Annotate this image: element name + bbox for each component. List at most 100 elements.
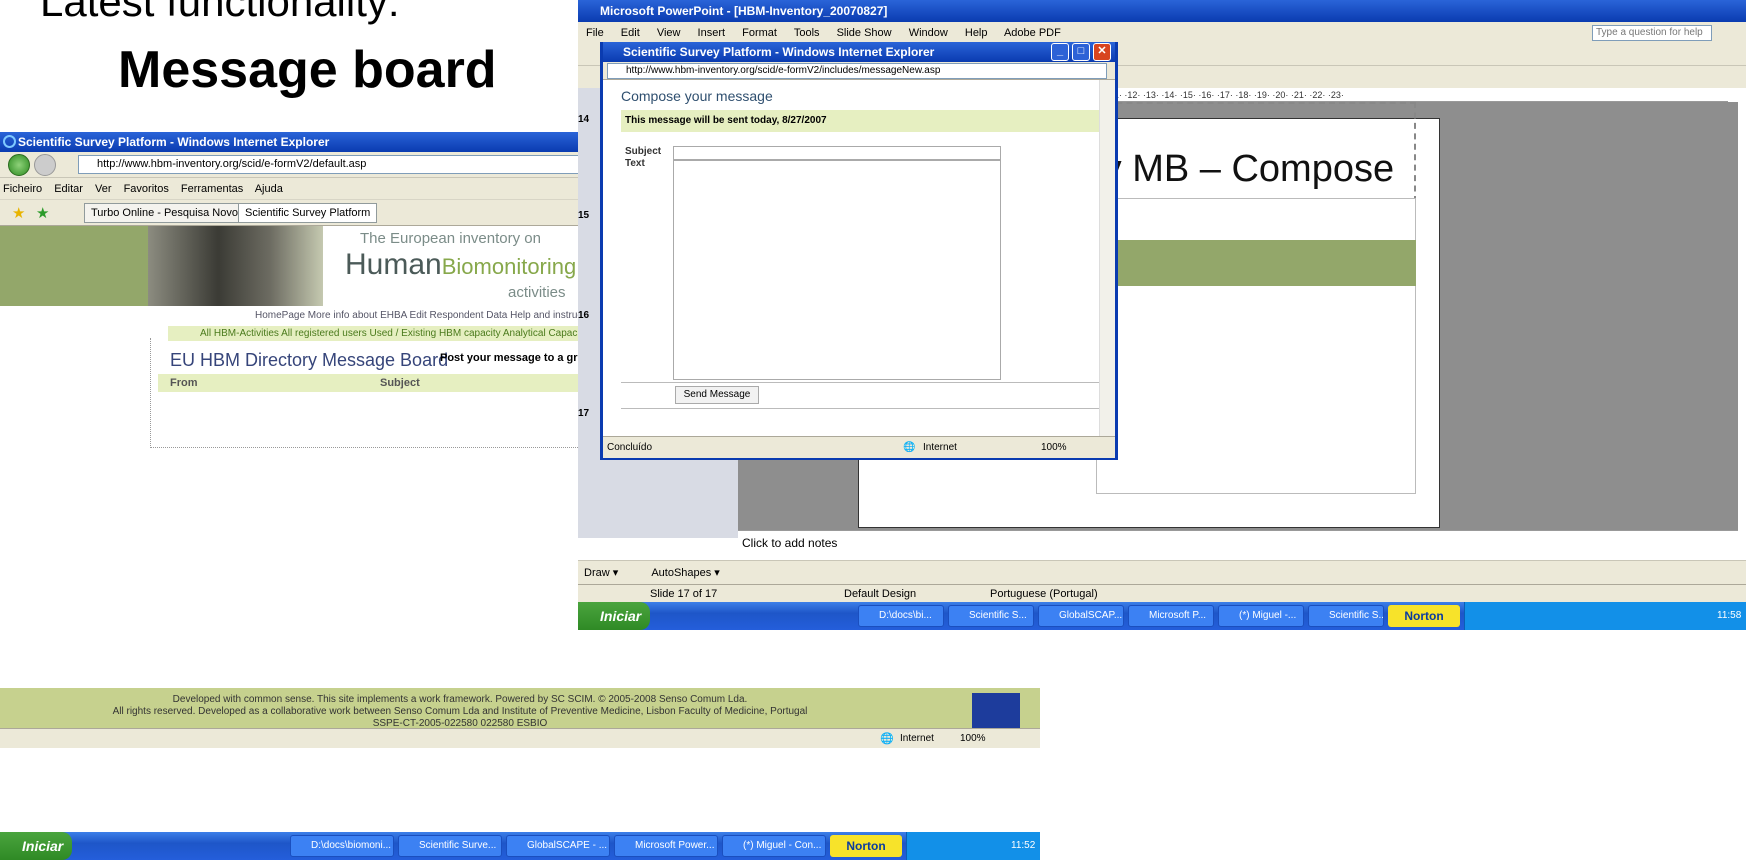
ppt-ruler: ·10· ·11· ·12· ·13· ·14· ·15· ·16· ·17· … (1088, 88, 1728, 102)
banner-human-text: HumanBiomonitoring (345, 248, 576, 282)
taskbar-ppt-item-docs[interactable]: D:\docs\bi... (858, 605, 944, 627)
taskbar-ppt-item-powerpoint[interactable]: Microsoft P... (1128, 605, 1214, 627)
taskbar-clock: 11:52 (1011, 840, 1036, 851)
start-button-ppt[interactable]: Iniciar (578, 602, 650, 630)
eu-flag-icon (972, 693, 1020, 733)
autoshapes-menu[interactable]: AutoShapes ▾ (651, 567, 720, 579)
slide-title[interactable]: ry MB – Compose (1090, 148, 1394, 191)
compose-status-zoom[interactable]: 100% (1041, 437, 1067, 459)
taskbar-item-docs[interactable]: D:\docs\biomoni... (290, 835, 394, 857)
status-design: Default Design (844, 588, 917, 600)
ppt-drawing-toolbar: Draw ▾ AutoShapes ▾ (578, 560, 1746, 584)
taskbar-ppt-item-scientific-2[interactable]: Scientific S... (1308, 605, 1384, 627)
ppt-menu-format[interactable]: Format (742, 27, 777, 39)
taskbar-item-powerpoint[interactable]: Microsoft Power... (614, 835, 718, 857)
forward-arrow-icon[interactable] (34, 154, 56, 176)
menu-ajuda[interactable]: Ajuda (255, 183, 283, 195)
menu-ficheiro[interactable]: Ficheiro (3, 183, 42, 195)
close-icon[interactable]: ✕ (1093, 43, 1111, 61)
status-slide-count: Slide 17 of 17 (650, 588, 718, 600)
ppt-menu-tools[interactable]: Tools (794, 27, 820, 39)
ie-icon (3, 135, 16, 148)
system-tray: 11:52 (906, 832, 1040, 860)
menu-ferramentas[interactable]: Ferramentas (181, 183, 243, 195)
ppt-menu-view[interactable]: View (657, 27, 681, 39)
ie-back-url[interactable]: http://www.hbm-inventory.org/scid/e-form… (78, 155, 638, 174)
divider (621, 382, 1101, 383)
ie-back-status-zone: Internet (900, 733, 934, 744)
compose-titlebar[interactable]: Scientific Survey Platform - Windows Int… (603, 42, 1115, 62)
slide-number-15: 15 (578, 210, 590, 221)
menu-favoritos[interactable]: Favoritos (124, 183, 169, 195)
status-language: Portuguese (Portugal) (990, 588, 1098, 600)
notes-pane[interactable]: Click to add notes (738, 530, 1738, 560)
ie-back-menubar: Ficheiro Editar Ver Favoritos Ferramenta… (0, 178, 640, 200)
taskbar-ppt-item-miguel[interactable]: (*) Miguel -... (1218, 605, 1304, 627)
divider-bottom (621, 408, 1101, 409)
ie-back-titlebar[interactable]: Scientific Survey Platform - Windows Int… (0, 132, 640, 152)
ie-back-title: Scientific Survey Platform - Windows Int… (18, 135, 330, 149)
taskbar-item-scientific[interactable]: Scientific Surve... (398, 835, 502, 857)
tab-scientific-survey[interactable]: Scientific Survey Platform (238, 203, 378, 223)
norton-button[interactable]: Norton (830, 835, 902, 857)
draw-menu[interactable]: Draw ▾ (584, 567, 618, 579)
add-favorite-icon[interactable]: ★ (36, 204, 49, 222)
compose-scrollbar[interactable] (1099, 80, 1115, 436)
slide-heading-partial: Latest functionality: (40, 0, 400, 25)
compose-body: Compose your message This message will b… (603, 80, 1115, 436)
favorites-star-icon[interactable]: ★ (12, 204, 25, 222)
ppt-menu-help[interactable]: Help (965, 27, 988, 39)
ppt-menu-adobe[interactable]: Adobe PDF (1004, 27, 1061, 39)
taskbar-ppt: Iniciar D:\docs\bi... Scientific S... Gl… (578, 602, 1746, 630)
ie-back-page: The European inventory on HumanBiomonito… (0, 226, 640, 704)
subject-input[interactable] (673, 146, 1001, 160)
ppt-menu-edit[interactable]: Edit (621, 27, 640, 39)
ppt-statusbar: Slide 17 of 17 Default Design Portuguese… (578, 584, 1746, 602)
banner-activities: activities (508, 284, 566, 301)
compose-url[interactable]: http://www.hbm-inventory.org/scid/e-form… (607, 63, 1107, 79)
banner-eye-image (148, 226, 323, 306)
ie-back-addressbar: http://www.hbm-inventory.org/scid/e-form… (0, 152, 640, 178)
ppt-menu-slideshow[interactable]: Slide Show (837, 27, 892, 39)
ppt-menubar: File Edit View Insert Format Tools Slide… (578, 22, 1746, 44)
system-tray-ppt: 11:58 (1464, 602, 1746, 630)
ppt-menu-window[interactable]: Window (909, 27, 948, 39)
ppt-help-input[interactable]: Type a question for help (1592, 25, 1712, 41)
minimize-icon[interactable]: _ (1051, 43, 1069, 61)
col-subject: Subject (380, 377, 420, 389)
send-date-note: This message will be sent today, 8/27/20… (621, 110, 1101, 132)
taskbar-ppt-clock: 11:58 (1717, 610, 1742, 621)
internet-globe-icon: 🌐 (880, 733, 894, 745)
ie-back-statusbar: 🌐 Internet 100% (0, 728, 1040, 748)
back-arrow-icon[interactable] (8, 154, 30, 176)
taskbar-item-miguel[interactable]: (*) Miguel - Con... (722, 835, 826, 857)
taskbar-ppt-item-scientific[interactable]: Scientific S... (948, 605, 1034, 627)
footer-line-2: All rights reserved. Developed as a coll… (112, 706, 808, 717)
message-textarea[interactable] (673, 160, 1001, 380)
compose-title: Scientific Survey Platform - Windows Int… (623, 45, 935, 59)
subject-label: Subject (625, 146, 662, 157)
site-nav-primary[interactable]: HomePage More info about EHBA Edit Respo… (255, 310, 604, 321)
ie-back-status-zoom[interactable]: 100% (960, 733, 986, 744)
menu-ver[interactable]: Ver (95, 183, 112, 195)
ppt-titlebar[interactable]: Microsoft PowerPoint - [HBM-Inventory_20… (578, 0, 1746, 22)
ie-back-tabbar: ★ ★ Turbo Online - Pesquisa Novos Scient… (0, 200, 640, 226)
menu-editar[interactable]: Editar (54, 183, 83, 195)
compose-status-zone: Internet (923, 442, 957, 453)
maximize-icon[interactable]: □ (1072, 43, 1090, 61)
taskbar-item-globalscape[interactable]: GlobalSCAPE - ... (506, 835, 610, 857)
taskbar-ppt-item-globalscape[interactable]: GlobalSCAP... (1038, 605, 1124, 627)
tab-turbo-online[interactable]: Turbo Online - Pesquisa Novos (84, 203, 251, 223)
ppt-menu-file[interactable]: File (586, 27, 604, 39)
compose-window: Scientific Survey Platform - Windows Int… (600, 42, 1118, 460)
col-from: From (170, 377, 198, 389)
ppt-menu-insert[interactable]: Insert (698, 27, 726, 39)
compose-status-done: Concluído (607, 442, 653, 453)
compose-heading: Compose your message (621, 88, 773, 104)
start-button[interactable]: Iniciar (0, 832, 72, 860)
taskbar-bottom: Iniciar D:\docs\biomoni... Scientific Su… (0, 832, 1040, 860)
slide-heading-main: Message board (118, 41, 497, 99)
slide-number-17: 17 (578, 408, 590, 419)
send-message-button[interactable]: Send Message (675, 386, 759, 404)
norton-button-ppt[interactable]: Norton (1388, 605, 1460, 627)
